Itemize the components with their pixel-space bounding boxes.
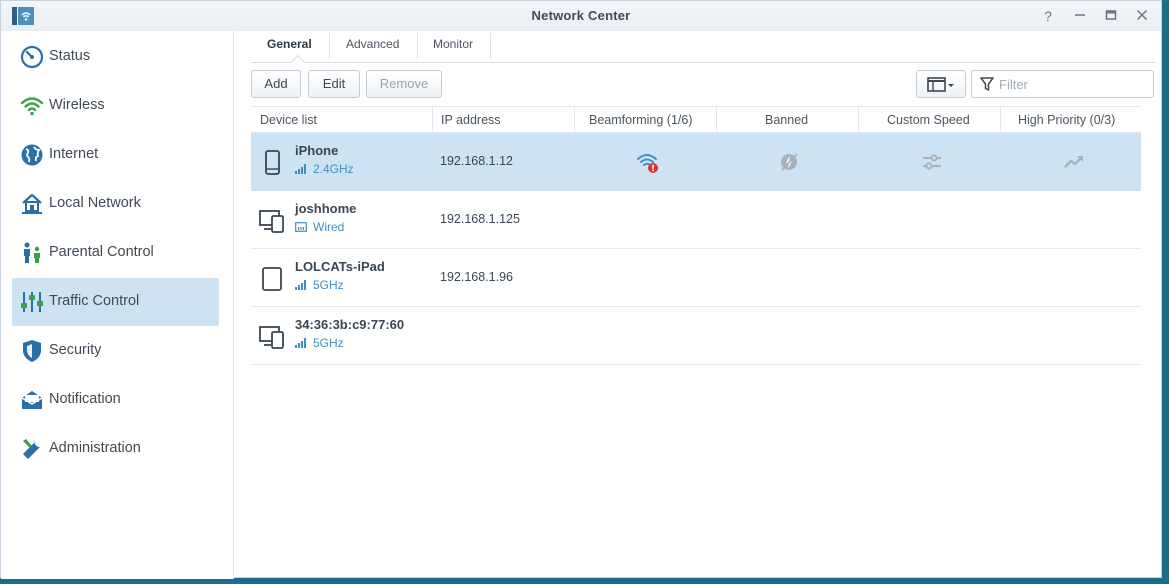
table-row[interactable]: joshhome Wired 192.168.1.125	[251, 191, 1141, 249]
family-icon	[24, 242, 40, 263]
column-header-beamforming[interactable]: Beamforming (1/6)	[589, 113, 693, 127]
active-tab-indicator	[290, 54, 306, 70]
desktop-laptop-icon	[259, 326, 284, 349]
column-divider	[574, 107, 575, 133]
column-header-ip[interactable]: IP address	[441, 113, 501, 127]
sidebar-item-internet[interactable]: Internet	[12, 131, 219, 179]
signal-icon	[295, 164, 306, 174]
remove-button[interactable]: Remove	[366, 70, 442, 98]
title-bar: Network Center ?	[1, 1, 1161, 31]
tab-divider	[417, 33, 418, 59]
sidebar-item-label: Notification	[49, 391, 121, 407]
column-divider	[716, 107, 717, 133]
window-title: Network Center	[531, 8, 631, 23]
sliders-icon	[21, 292, 43, 312]
help-button[interactable]: ?	[1038, 6, 1058, 26]
high-priority-icon[interactable]	[1062, 150, 1086, 174]
connection-label: 5GHz	[313, 278, 344, 292]
device-name: LOLCATs-iPad	[295, 259, 385, 274]
table-row[interactable]: LOLCATs-iPad 5GHz 192.168.1.96	[251, 249, 1141, 307]
banned-icon[interactable]	[777, 150, 801, 174]
column-header-high-priority[interactable]: High Priority (0/3)	[1018, 113, 1115, 127]
sidebar-item-status[interactable]: Status	[12, 33, 219, 81]
connection-label: 2.4GHz	[313, 162, 354, 176]
wrench-icon	[23, 439, 40, 459]
ethernet-icon	[295, 222, 307, 232]
column-divider	[432, 107, 433, 133]
network-center-window: Network Center ? Status Wireless Interne…	[0, 0, 1162, 579]
tab-monitor[interactable]: Monitor	[433, 37, 473, 51]
sidebar-item-label: Security	[49, 342, 102, 358]
table-header: Device list IP address Beamforming (1/6)…	[251, 106, 1141, 133]
maximize-button[interactable]	[1101, 6, 1121, 26]
minimize-icon	[1075, 14, 1085, 16]
device-name: iPhone	[295, 143, 339, 158]
device-name: joshhome	[295, 201, 357, 216]
sidebar: Status Wireless Internet Local Network P…	[1, 31, 234, 579]
connection-type: Wired	[295, 220, 344, 234]
signal-icon	[295, 338, 306, 348]
minimize-button[interactable]	[1070, 6, 1090, 26]
maximize-icon	[1105, 10, 1117, 20]
sidebar-item-label: Wireless	[49, 97, 105, 113]
phone-icon	[265, 150, 280, 175]
close-button[interactable]	[1132, 6, 1152, 26]
gauge-icon	[20, 45, 44, 69]
wifi-icon	[20, 97, 44, 116]
close-icon	[1136, 9, 1148, 21]
table-row[interactable]: 34:36:3b:c9:77:60 5GHz	[251, 307, 1141, 365]
layout-icon	[927, 77, 954, 92]
tab-general[interactable]: General	[267, 37, 312, 51]
globe-icon	[21, 144, 43, 166]
desktop-laptop-icon	[259, 210, 284, 233]
sidebar-item-label: Status	[49, 48, 91, 64]
tab-bar: General Advanced Monitor	[251, 31, 1156, 70]
edit-button[interactable]: Edit	[308, 70, 360, 98]
add-button[interactable]: Add	[251, 70, 301, 98]
filter-input[interactable]	[999, 75, 1149, 93]
sidebar-item-label: Parental Control	[49, 244, 154, 260]
sidebar-item-label: Internet	[49, 146, 99, 162]
sidebar-item-wireless[interactable]: Wireless	[12, 82, 219, 130]
shield-icon	[23, 340, 41, 362]
filter-field[interactable]	[971, 70, 1154, 98]
column-header-device[interactable]: Device list	[260, 113, 317, 127]
home-network-icon	[22, 193, 42, 214]
sidebar-item-notification[interactable]: Notification	[12, 376, 219, 424]
ip-address: 192.168.1.125	[440, 212, 520, 226]
ip-address: 192.168.1.12	[440, 154, 513, 168]
sidebar-item-label: Local Network	[49, 195, 141, 211]
tab-advanced[interactable]: Advanced	[346, 37, 399, 51]
tab-divider	[490, 33, 491, 59]
connection-type: 2.4GHz	[295, 162, 354, 176]
filter-icon	[980, 77, 994, 91]
envelope-icon	[21, 391, 43, 409]
tablet-icon	[262, 267, 282, 291]
table-row[interactable]: iPhone 2.4GHz 192.168.1.12	[251, 133, 1141, 191]
custom-speed-icon[interactable]	[920, 150, 944, 174]
main-panel: General Advanced Monitor Add Edit Remove	[235, 31, 1162, 579]
connection-label: 5GHz	[313, 336, 344, 350]
column-divider	[1000, 107, 1001, 133]
sidebar-item-parental-control[interactable]: Parental Control	[12, 229, 219, 277]
device-name: 34:36:3b:c9:77:60	[295, 317, 405, 332]
connection-type: 5GHz	[295, 278, 344, 292]
view-toggle-button[interactable]	[916, 70, 966, 98]
sidebar-item-traffic-control[interactable]: Traffic Control	[12, 278, 219, 326]
sidebar-item-label: Traffic Control	[49, 293, 140, 309]
connection-type: 5GHz	[295, 336, 344, 350]
column-header-banned[interactable]: Banned	[765, 113, 808, 127]
sidebar-item-label: Administration	[49, 440, 141, 456]
sidebar-item-local-network[interactable]: Local Network	[12, 180, 219, 228]
signal-icon	[295, 280, 306, 290]
connection-label: Wired	[313, 220, 345, 234]
tab-divider	[329, 33, 330, 59]
column-header-custom-speed[interactable]: Custom Speed	[887, 113, 970, 127]
sidebar-item-security[interactable]: Security	[12, 327, 219, 375]
beamforming-warning-icon[interactable]	[636, 150, 660, 174]
sidebar-item-administration[interactable]: Administration	[12, 425, 219, 473]
column-divider	[858, 107, 859, 133]
ip-address: 192.168.1.96	[440, 270, 513, 284]
